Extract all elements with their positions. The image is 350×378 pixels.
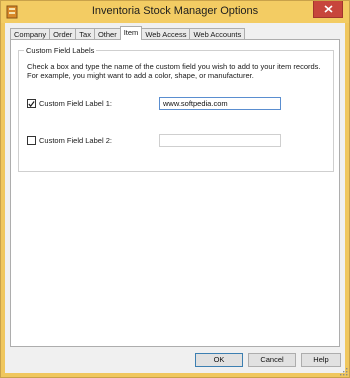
instructions-text: Check a box and type the name of the cus… [27,62,321,80]
custom-field-2-label: Custom Field Label 2: [39,136,112,145]
dialog-body: Company Order Tax Other Item Web Access … [5,23,345,373]
button-bar: OK Cancel Help [5,353,345,373]
help-button[interactable]: Help [301,353,341,367]
custom-field-1-checkbox[interactable] [27,99,36,108]
custom-field-1-label: Custom Field Label 1: [39,99,112,108]
title-bar[interactable]: Inventoria Stock Manager Options [1,1,349,23]
custom-field-2-checkbox[interactable] [27,136,36,145]
custom-field-2-input[interactable] [159,134,281,147]
close-icon [323,5,333,13]
options-window: Inventoria Stock Manager Options Company… [0,0,350,378]
group-title: Custom Field Labels [24,46,97,55]
tab-item[interactable]: Item [119,26,143,40]
custom-field-row-1: Custom Field Label 1: [27,97,327,111]
custom-field-1-input[interactable] [159,97,281,110]
ok-button[interactable]: OK [195,353,243,367]
checkmark-icon [28,100,35,107]
custom-field-labels-group: Custom Field Labels Check a box and type… [18,46,334,172]
close-button[interactable] [313,1,343,18]
resize-grip-icon[interactable] [340,368,348,376]
custom-field-row-2: Custom Field Label 2: [27,134,327,148]
cancel-button[interactable]: Cancel [248,353,296,367]
window-title: Inventoria Stock Manager Options [91,5,259,17]
item-tab-panel: Custom Field Labels Check a box and type… [10,39,340,347]
